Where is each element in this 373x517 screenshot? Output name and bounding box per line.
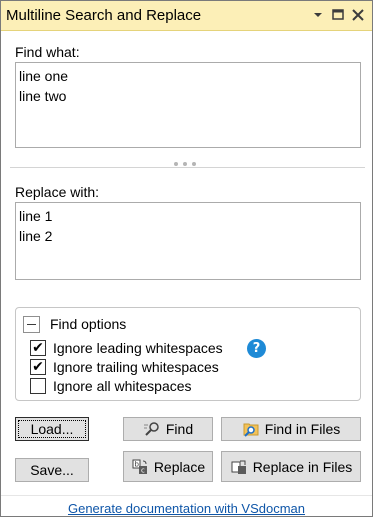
find-label: Find what:: [15, 44, 80, 60]
save-button-label: Save...: [30, 462, 74, 478]
save-button[interactable]: Save...: [15, 458, 89, 482]
find-in-files-label: Find in Files: [264, 421, 341, 437]
footer-divider: [1, 495, 372, 496]
dropdown-arrow-icon[interactable]: [309, 6, 327, 24]
svg-text:c: c: [141, 466, 145, 474]
checkbox-label: Ignore trailing whitespaces: [53, 359, 219, 375]
collapse-toggle[interactable]: [23, 316, 40, 333]
load-button-label: Load...: [30, 421, 74, 437]
replace-button[interactable]: b c Replace: [123, 451, 213, 482]
splitter-grip[interactable]: [173, 160, 203, 168]
tool-window: Multiline Search and Replace Find what: …: [0, 0, 373, 517]
vsdocman-link[interactable]: Generate documentation with VSdocman: [1, 501, 372, 516]
find-button[interactable]: Find: [123, 417, 213, 441]
replace-in-files-label: Replace in Files: [252, 458, 353, 475]
window-title: Multiline Search and Replace: [6, 7, 202, 24]
svg-text:b: b: [134, 460, 139, 468]
find-button-label: Find: [165, 421, 194, 437]
checkbox-ignore-trailing[interactable]: ✔: [30, 359, 46, 375]
checkbox-ignore-all[interactable]: [30, 378, 46, 394]
find-textarea[interactable]: line one line two: [15, 62, 361, 148]
replace-button-label: Replace: [153, 458, 206, 475]
maximize-icon[interactable]: [329, 6, 347, 24]
help-icon[interactable]: ?: [247, 339, 266, 358]
replace-icon: b c: [132, 459, 147, 474]
replace-in-files-button[interactable]: Replace in Files: [221, 451, 361, 482]
replace-textarea[interactable]: line 1 line 2: [15, 202, 361, 280]
replace-in-files-icon: [231, 460, 246, 474]
find-icon: [143, 422, 159, 436]
find-in-files-button[interactable]: Find in Files: [221, 417, 361, 441]
load-button[interactable]: Load...: [15, 417, 89, 441]
checkbox-ignore-leading[interactable]: ✔: [30, 340, 46, 356]
replace-label: Replace with:: [15, 184, 100, 200]
checkbox-label: Ignore all whitespaces: [53, 378, 192, 394]
title-bar[interactable]: Multiline Search and Replace: [1, 1, 372, 31]
find-options-title: Find options: [50, 316, 127, 332]
checkbox-label: Ignore leading whitespaces: [53, 340, 223, 356]
close-icon[interactable]: [349, 6, 367, 24]
find-in-files-icon: [243, 423, 259, 437]
